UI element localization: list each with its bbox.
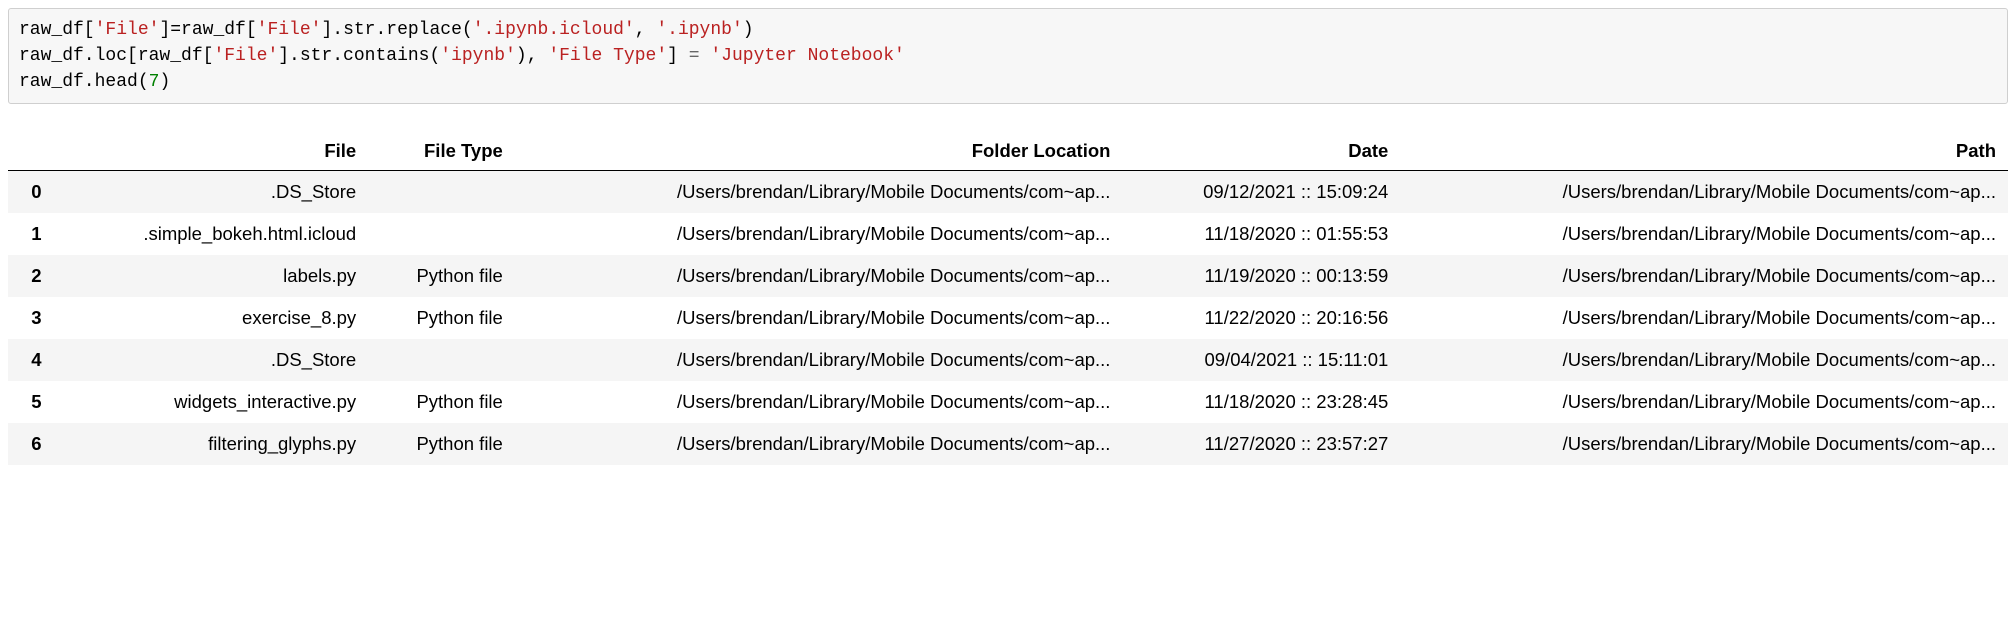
- cell-date: 11/18/2020 :: 01:55:53: [1122, 213, 1400, 255]
- code-token: 'File': [257, 20, 322, 40]
- cell-file-type: Python file: [368, 423, 515, 465]
- cell-file: widgets_interactive.py: [54, 381, 369, 423]
- code-token: ): [159, 72, 170, 92]
- row-index: 1: [8, 213, 54, 255]
- cell-date: 11/22/2020 :: 20:16:56: [1122, 297, 1400, 339]
- row-index: 5: [8, 381, 54, 423]
- cell-path: /Users/brendan/Library/Mobile Documents/…: [1400, 339, 2008, 381]
- code-input-cell[interactable]: raw_df['File']=raw_df['File'].str.replac…: [8, 8, 2008, 104]
- cell-file-type: Python file: [368, 297, 515, 339]
- table-row: 4.DS_Store/Users/brendan/Library/Mobile …: [8, 339, 2008, 381]
- cell-date: 11/18/2020 :: 23:28:45: [1122, 381, 1400, 423]
- code-token: ,: [635, 20, 657, 40]
- cell-file: filtering_glyphs.py: [54, 423, 369, 465]
- cell-file-type: [368, 171, 515, 214]
- header-file-type: File Type: [368, 132, 515, 171]
- cell-file-type: Python file: [368, 381, 515, 423]
- cell-file-type: [368, 339, 515, 381]
- cell-date: 11/27/2020 :: 23:57:27: [1122, 423, 1400, 465]
- cell-file: .simple_bokeh.html.icloud: [54, 213, 369, 255]
- code-token: ]: [667, 46, 689, 66]
- table-row: 2labels.pyPython file/Users/brendan/Libr…: [8, 255, 2008, 297]
- cell-file-type: Python file: [368, 255, 515, 297]
- table-row: 0.DS_Store/Users/brendan/Library/Mobile …: [8, 171, 2008, 214]
- row-index: 2: [8, 255, 54, 297]
- header-row: File File Type Folder Location Date Path: [8, 132, 2008, 171]
- cell-path: /Users/brendan/Library/Mobile Documents/…: [1400, 213, 2008, 255]
- cell-folder-location: /Users/brendan/Library/Mobile Documents/…: [515, 213, 1123, 255]
- code-token: '.ipynb.icloud': [473, 20, 635, 40]
- table-row: 1.simple_bokeh.html.icloud/Users/brendan…: [8, 213, 2008, 255]
- code-token: raw_df[: [19, 20, 95, 40]
- header-path: Path: [1400, 132, 2008, 171]
- cell-date: 11/19/2020 :: 00:13:59: [1122, 255, 1400, 297]
- table-row: 6filtering_glyphs.pyPython file/Users/br…: [8, 423, 2008, 465]
- table-row: 5widgets_interactive.pyPython file/Users…: [8, 381, 2008, 423]
- code-token: ].str.contains(: [278, 46, 440, 66]
- cell-folder-location: /Users/brendan/Library/Mobile Documents/…: [515, 171, 1123, 214]
- code-token: 'Jupyter Notebook': [710, 46, 904, 66]
- header-index: [8, 132, 54, 171]
- code-token: ): [743, 20, 754, 40]
- dataframe-output: File File Type Folder Location Date Path…: [8, 132, 2008, 465]
- dataframe-table: File File Type Folder Location Date Path…: [8, 132, 2008, 465]
- row-index: 3: [8, 297, 54, 339]
- cell-date: 09/12/2021 :: 15:09:24: [1122, 171, 1400, 214]
- header-folder-loc: Folder Location: [515, 132, 1123, 171]
- cell-path: /Users/brendan/Library/Mobile Documents/…: [1400, 423, 2008, 465]
- cell-folder-location: /Users/brendan/Library/Mobile Documents/…: [515, 339, 1123, 381]
- row-index: 0: [8, 171, 54, 214]
- row-index: 4: [8, 339, 54, 381]
- row-index: 6: [8, 423, 54, 465]
- code-token: 'ipynb': [440, 46, 516, 66]
- cell-folder-location: /Users/brendan/Library/Mobile Documents/…: [515, 297, 1123, 339]
- cell-path: /Users/brendan/Library/Mobile Documents/…: [1400, 171, 2008, 214]
- code-token: 'File': [213, 46, 278, 66]
- cell-folder-location: /Users/brendan/Library/Mobile Documents/…: [515, 423, 1123, 465]
- cell-file: .DS_Store: [54, 171, 369, 214]
- code-token: raw_df.head(: [19, 72, 149, 92]
- cell-path: /Users/brendan/Library/Mobile Documents/…: [1400, 381, 2008, 423]
- code-token: ]=raw_df[: [159, 20, 256, 40]
- code-token: 'File Type': [548, 46, 667, 66]
- cell-date: 09/04/2021 :: 15:11:01: [1122, 339, 1400, 381]
- cell-path: /Users/brendan/Library/Mobile Documents/…: [1400, 255, 2008, 297]
- cell-folder-location: /Users/brendan/Library/Mobile Documents/…: [515, 255, 1123, 297]
- code-token: [700, 46, 711, 66]
- code-token: =: [689, 46, 700, 66]
- code-token: ].str.replace(: [321, 20, 472, 40]
- cell-file-type: [368, 213, 515, 255]
- cell-folder-location: /Users/brendan/Library/Mobile Documents/…: [515, 381, 1123, 423]
- cell-file: .DS_Store: [54, 339, 369, 381]
- table-row: 3exercise_8.pyPython file/Users/brendan/…: [8, 297, 2008, 339]
- code-token: 7: [149, 72, 160, 92]
- code-token: '.ipynb': [656, 20, 742, 40]
- code-token: 'File': [95, 20, 160, 40]
- header-file: File: [54, 132, 369, 171]
- header-date: Date: [1122, 132, 1400, 171]
- code-token: raw_df.loc[raw_df[: [19, 46, 213, 66]
- cell-file: labels.py: [54, 255, 369, 297]
- cell-path: /Users/brendan/Library/Mobile Documents/…: [1400, 297, 2008, 339]
- cell-file: exercise_8.py: [54, 297, 369, 339]
- code-token: ),: [516, 46, 548, 66]
